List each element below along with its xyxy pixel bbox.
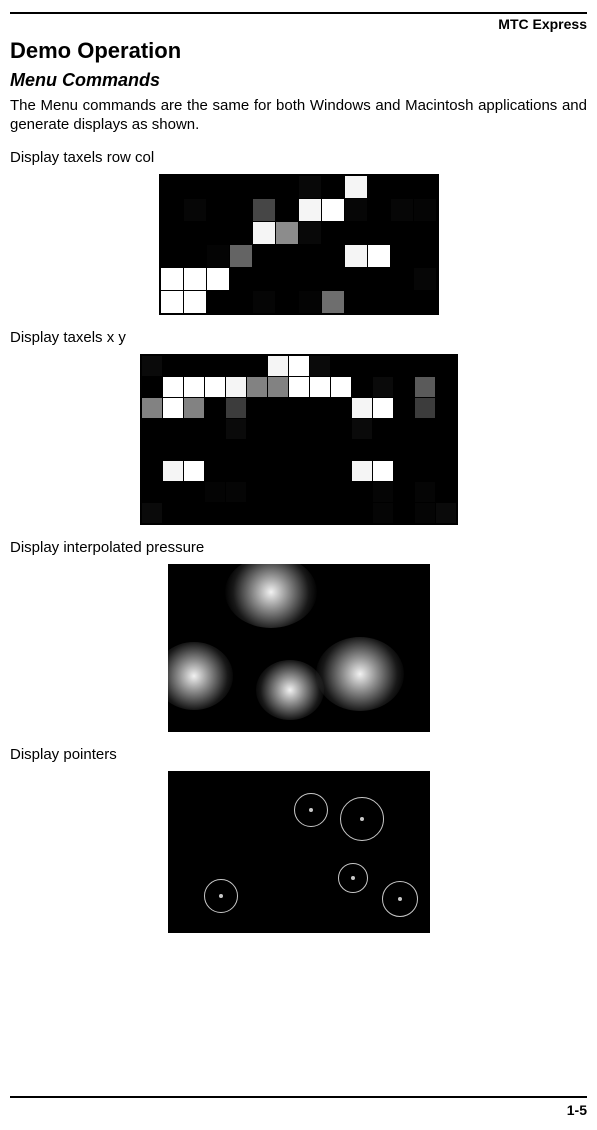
footer-rule: [10, 1096, 587, 1098]
caption-fig2: Display taxels x y: [10, 329, 587, 346]
doc-header-label: MTC Express: [10, 16, 587, 32]
caption-fig1: Display taxels row col: [10, 149, 587, 166]
caption-fig3: Display interpolated pressure: [10, 539, 587, 556]
section-title: Demo Operation: [10, 38, 587, 64]
caption-fig4: Display pointers: [10, 746, 587, 763]
figure-pointers: [168, 771, 430, 933]
section-subtitle: Menu Commands: [10, 70, 587, 91]
page-number: 1-5: [567, 1102, 587, 1118]
figure-interpolated-pressure: [168, 564, 430, 732]
figure-taxels-row-col: [159, 174, 439, 315]
figure-taxels-x-y: [140, 354, 458, 525]
intro-paragraph: The Menu commands are the same for both …: [10, 97, 587, 135]
